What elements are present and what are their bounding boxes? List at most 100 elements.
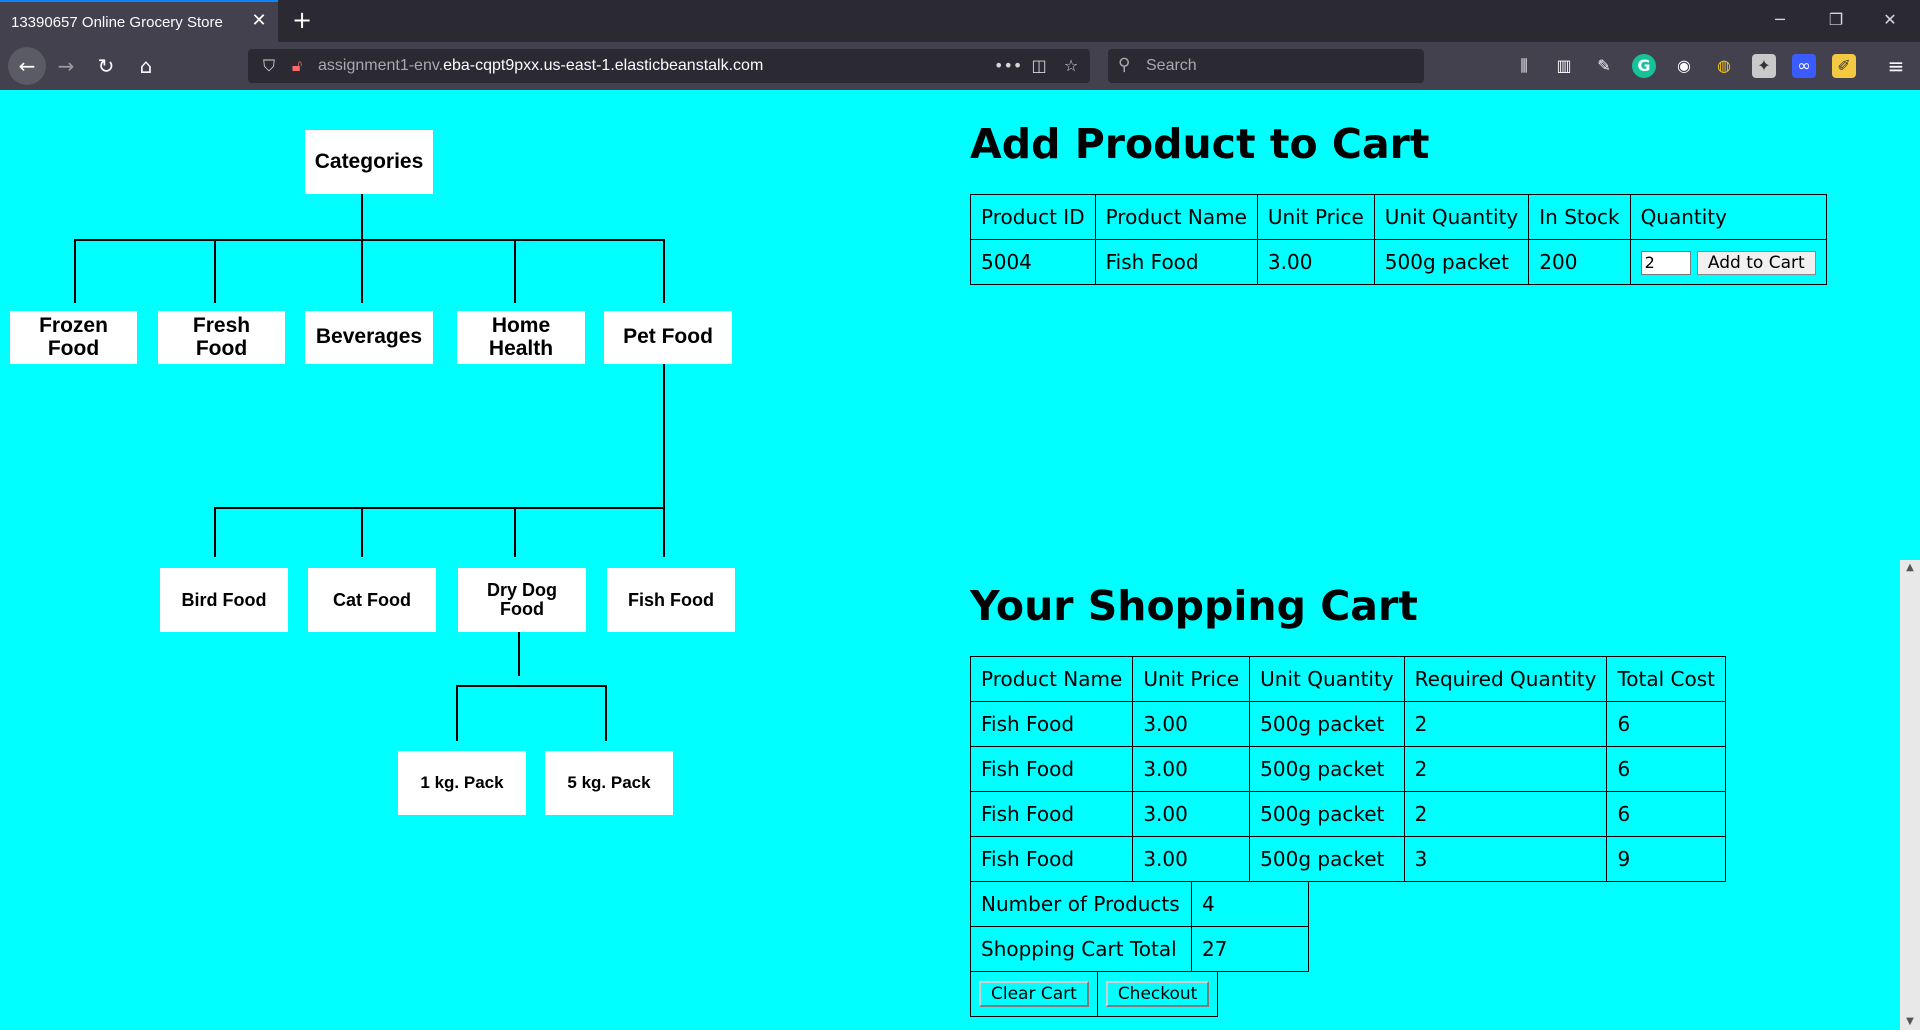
connector-line <box>74 239 76 303</box>
product-name: Fish Food <box>1094 239 1258 285</box>
cart-unit-quantity: 500g packet <box>1249 836 1405 882</box>
number-of-products-label: Number of Products <box>970 881 1192 927</box>
pocket-icon[interactable]: ◫ <box>1028 55 1050 77</box>
category-pet-food: Pet Food <box>604 311 732 364</box>
menu-icon[interactable]: ≡ <box>1884 54 1908 78</box>
cart-product-name: Fish Food <box>969 791 1134 837</box>
library-icon[interactable]: ⫼ <box>1512 54 1536 78</box>
table-header-row: Product Name Unit Price Unit Quantity Re… <box>969 656 1726 702</box>
chrome-extension-icon[interactable]: ◍ <box>1712 54 1736 78</box>
notes-extension-icon[interactable]: ✐ <box>1832 54 1856 78</box>
product-id: 5004 <box>970 239 1096 285</box>
puzzle-extension-icon[interactable]: ✦ <box>1752 54 1776 78</box>
cart-product-name: Fish Food <box>969 701 1134 747</box>
shield-icon[interactable]: ⛉ <box>258 55 280 77</box>
category-beverages: Beverages <box>305 311 433 364</box>
grammarly-icon[interactable]: G <box>1632 54 1656 78</box>
table-row: 5004 Fish Food 3.00 500g packet 200 Add … <box>970 239 1827 285</box>
column-header: Unit Price <box>1256 194 1375 240</box>
column-header: Unit Quantity <box>1249 656 1405 702</box>
shopping-cart-heading: Your Shopping Cart <box>970 582 1418 630</box>
connector-line <box>361 230 363 303</box>
home-icon[interactable]: ⌂ <box>130 50 162 82</box>
tab-bar: 13390657 Online Grocery Store ✕ + ─ ❐ ✕ <box>0 0 1920 42</box>
forward-arrow-icon[interactable]: → <box>50 50 82 82</box>
connector-line <box>214 507 665 509</box>
connector-line <box>663 362 665 508</box>
add-product-heading: Add Product to Cart <box>970 120 1430 168</box>
quantity-input[interactable] <box>1640 250 1691 275</box>
cart-unit-price: 3.00 <box>1132 836 1251 882</box>
connector-line <box>214 239 216 303</box>
summary-row: Shopping Cart Total 27 <box>970 926 1309 972</box>
page-content: Categories Frozen Food Fresh Food Bevera… <box>0 90 1920 1030</box>
connector-line <box>361 507 363 557</box>
shopping-cart-table: Product Name Unit Price Unit Quantity Re… <box>969 656 1726 882</box>
cart-total-label: Shopping Cart Total <box>970 926 1192 972</box>
extension-icon[interactable]: ✎ <box>1592 54 1616 78</box>
restore-icon[interactable]: ❐ <box>1816 8 1856 32</box>
table-row: Fish Food 3.00 500g packet 2 6 <box>969 701 1726 747</box>
cart-required-quantity: 2 <box>1403 791 1608 837</box>
tab-close-icon[interactable]: ✕ <box>248 10 270 32</box>
infinity-extension-icon[interactable]: ∞ <box>1792 54 1816 78</box>
category-root-box: Categories <box>305 130 433 194</box>
column-header: Unit Price <box>1132 656 1251 702</box>
clear-cart-button[interactable]: Clear Cart <box>979 981 1089 1008</box>
tab-title: 13390657 Online Grocery Store <box>11 14 223 31</box>
in-stock: 200 <box>1528 239 1631 285</box>
search-icon: ⚲ <box>1118 55 1131 75</box>
cart-required-quantity: 2 <box>1403 746 1608 792</box>
column-header: Quantity <box>1629 194 1827 240</box>
cart-unit-quantity: 500g packet <box>1249 791 1405 837</box>
column-header: Product Name <box>1094 194 1258 240</box>
connector-line <box>456 685 458 741</box>
cart-unit-price: 3.00 <box>1132 746 1251 792</box>
column-header: Product Name <box>969 656 1134 702</box>
table-header-row: Product ID Product Name Unit Price Unit … <box>970 194 1827 240</box>
add-to-cart-button[interactable]: Add to Cart <box>1696 250 1816 275</box>
active-tab[interactable]: 13390657 Online Grocery Store ✕ <box>0 0 278 42</box>
insecure-lock-icon[interactable]: 🔓︎ <box>286 55 308 77</box>
cart-total-cost: 6 <box>1606 701 1726 747</box>
search-bar[interactable]: ⚲ Search <box>1108 49 1424 83</box>
cart-actions-table: Clear Cart Checkout <box>970 971 1219 1017</box>
scroll-up-arrow-icon[interactable]: ▲ <box>1900 560 1920 576</box>
url-text[interactable]: assignment1-env.eba-cqpt9pxx.us-east-1.e… <box>318 57 763 75</box>
connector-line <box>514 507 516 557</box>
cart-product-name: Fish Food <box>969 836 1134 882</box>
quantity-cell: Add to Cart <box>1629 239 1827 285</box>
category-1kg-pack: 1 kg. Pack <box>398 751 526 815</box>
search-input[interactable]: Search <box>1146 57 1197 75</box>
connector-line <box>514 239 516 303</box>
bookmark-star-icon[interactable]: ☆ <box>1060 55 1082 77</box>
add-product-table: Product ID Product Name Unit Price Unit … <box>970 194 1827 285</box>
close-window-icon[interactable]: ✕ <box>1870 8 1910 32</box>
cart-required-quantity: 3 <box>1403 836 1608 882</box>
checkout-button[interactable]: Checkout <box>1105 981 1210 1008</box>
connector-line <box>361 194 363 230</box>
minimize-icon[interactable]: ─ <box>1760 8 1800 32</box>
connector-line <box>214 507 216 557</box>
category-5kg-pack: 5 kg. Pack <box>545 751 673 815</box>
cart-unit-price: 3.00 <box>1132 701 1251 747</box>
vertical-scrollbar[interactable]: ▲ ▼ <box>1900 560 1920 1030</box>
table-row: Fish Food 3.00 500g packet 3 9 <box>969 836 1726 882</box>
cart-required-quantity: 2 <box>1403 701 1608 747</box>
cart-unit-quantity: 500g packet <box>1249 701 1405 747</box>
cart-total-cost: 6 <box>1606 791 1726 837</box>
page-actions-icon[interactable]: ••• <box>994 55 1022 77</box>
account-icon[interactable]: ◉ <box>1672 54 1696 78</box>
address-bar[interactable]: ⛉ 🔓︎ assignment1-env.eba-cqpt9pxx.us-eas… <box>248 49 1090 83</box>
new-tab-button[interactable]: + <box>288 7 316 35</box>
scroll-down-arrow-icon[interactable]: ▼ <box>1900 1014 1920 1030</box>
connector-line <box>605 685 607 741</box>
column-header: Product ID <box>970 194 1096 240</box>
reload-icon[interactable]: ↻ <box>90 50 122 82</box>
sidebar-icon[interactable]: ▥ <box>1552 54 1576 78</box>
unit-price: 3.00 <box>1256 239 1375 285</box>
column-header: Total Cost <box>1606 656 1726 702</box>
category-bird-food: Bird Food <box>160 568 288 632</box>
back-arrow-icon[interactable]: ← <box>8 47 46 85</box>
actions-row: Clear Cart Checkout <box>970 971 1219 1017</box>
